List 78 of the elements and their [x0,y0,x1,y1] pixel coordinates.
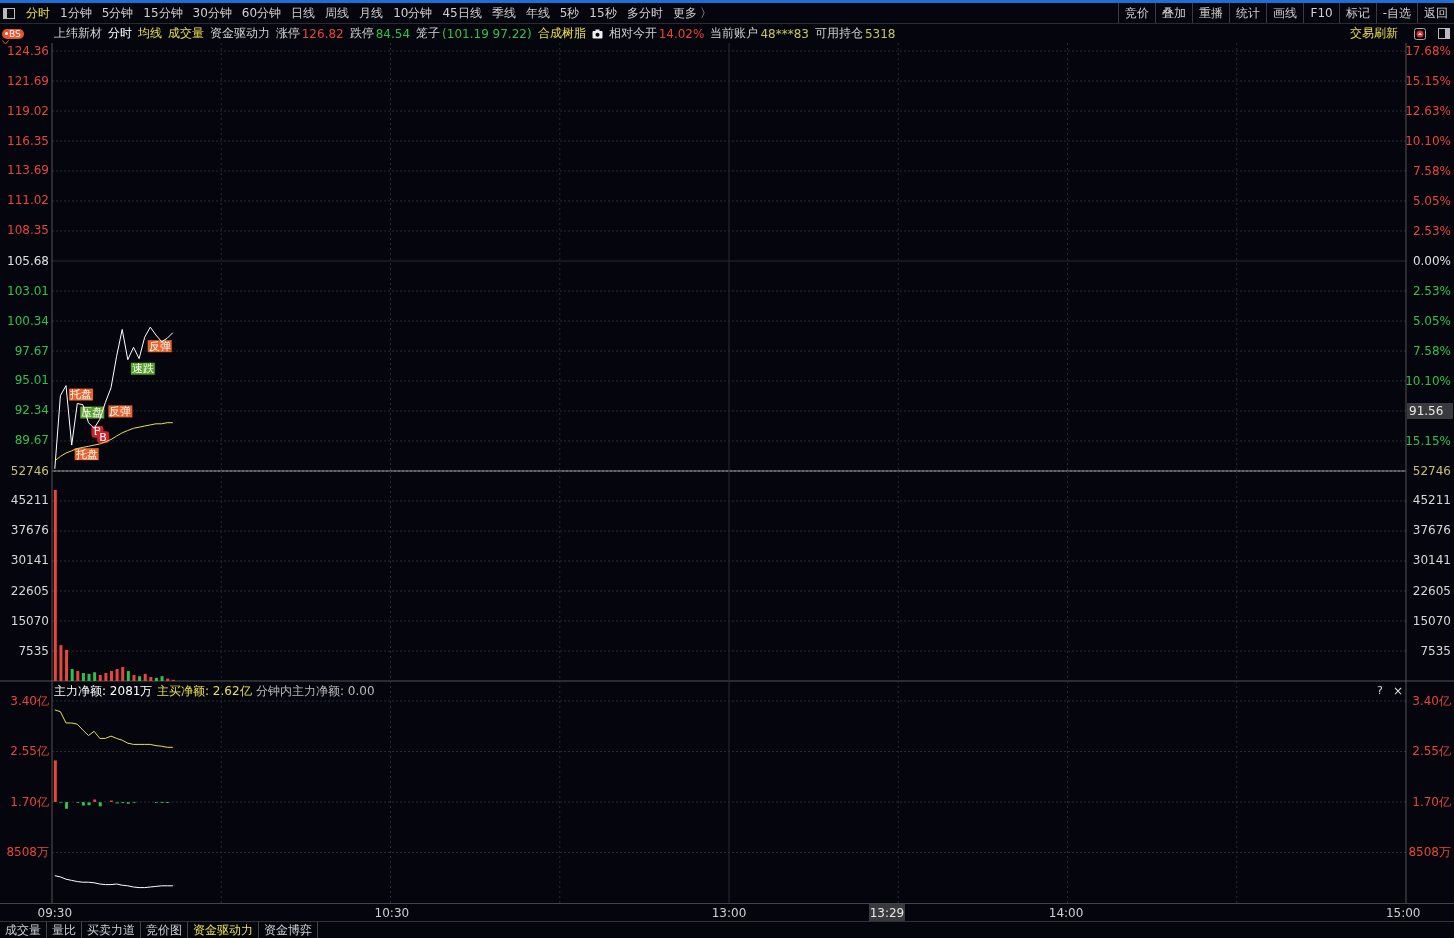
axis-label: 15.15% [1405,433,1451,448]
axis-label: 3.40亿 [10,693,49,708]
axis-label: 2.55亿 [1412,744,1451,758]
signal-tag: 速跌 [130,362,155,376]
axis-label: 7535 [1420,643,1451,658]
axis-label: 8508万 [1408,845,1451,859]
stat-value: 14.02% [658,26,705,41]
axis-label: 113.69 [7,163,49,178]
axis-label: 5.05% [1412,313,1451,328]
field-value: 126.82 [301,26,344,41]
panel-header-text: 主力净额: 2081万 [54,683,153,698]
axis-label: 17.68% [1405,43,1451,58]
stock-name: 上纬新材 [53,25,102,42]
axis-label: 7.58% [1412,163,1451,178]
axis-label: 1.70亿 [1412,794,1451,809]
signal-tag: 反弹 [147,339,172,353]
axis-label: 95.01 [14,373,49,388]
axis-label: 10.10% [1405,133,1451,148]
signal-tag: 托盘 [74,447,99,461]
axis-label: 89.67 [14,433,49,448]
axis-label: 8508万 [6,845,49,859]
axis-label: 15070 [10,613,49,628]
field-value: (101.19 97.22) [442,26,532,41]
stat-value: 5318 [864,26,896,41]
axis-label: 45211 [10,493,49,508]
axis-label: 97.67 [14,343,49,358]
axis-label: 0.00% [1412,253,1451,268]
axis-label: 119.02 [7,103,49,118]
axis-label: 2.53% [1412,283,1451,298]
stat-label: 相对今开 [608,25,657,42]
time-label: 13:00 [711,905,747,920]
field-label: 笼子 [416,25,441,42]
time-label: 10:30 [374,905,410,920]
axis-label: 45211 [1412,493,1451,508]
axis-label: 30141 [10,553,49,568]
stat-value: 48***83 [760,26,809,41]
time-label: 15:00 [1385,905,1421,920]
signal-tag: 托盘 [69,388,94,402]
axis-label: 2.53% [1412,223,1451,238]
axis-label: 10.10% [1405,373,1451,388]
axis-label: 15070 [1412,613,1451,628]
axis-label: 3.40亿 [1412,693,1451,708]
axis-label: 22605 [1412,583,1451,598]
axis-label: 92.34 [14,403,49,418]
time-label: 14:00 [1048,905,1084,920]
axis-label: 12.63% [1405,103,1451,118]
axis-label: 116.35 [7,133,49,148]
axis-label: 5.05% [1412,193,1451,208]
panel-header-text: 分钟内主力净额: 0.00 [256,683,375,698]
axis-label: 7.58% [1412,343,1451,358]
axis-label: 22605 [10,583,49,598]
axis-label: 100.34 [7,313,49,328]
price-tag: 91.56 [1407,403,1453,419]
signal-tag: 压盘 [80,406,105,420]
axis-label: 37676 [10,523,49,538]
stat-label: 当前账户 [710,25,759,42]
axis-label: 2.55亿 [10,744,49,758]
signal-tag: 反弹 [108,404,133,418]
axis-label: 52746 [10,463,49,478]
field-value: 84.54 [375,26,411,41]
cursor-time-label: 13:29 [868,904,905,921]
axis-label: 15.15% [1405,73,1451,88]
axis-label: 111.02 [7,193,49,208]
panel-header-text: 主买净额: 2.62亿 [157,683,252,698]
axis-label: 124.36 [7,43,49,58]
field-label: 涨停 [275,25,300,42]
axis-label: 37676 [1412,523,1451,538]
axis-label: 30141 [1412,553,1451,568]
axis-label: 7535 [18,643,49,658]
axis-label: 52746 [1412,463,1451,478]
axis-label: 108.35 [7,223,49,238]
stat-label: 可用持仓 [814,25,863,42]
axis-label: 121.69 [7,73,49,88]
axis-label: 103.01 [7,283,49,298]
axis-label: 105.68 [7,253,49,268]
axis-label: 1.70亿 [10,794,49,809]
field-label: 跌停 [349,25,374,42]
time-label: 09:30 [37,905,73,920]
